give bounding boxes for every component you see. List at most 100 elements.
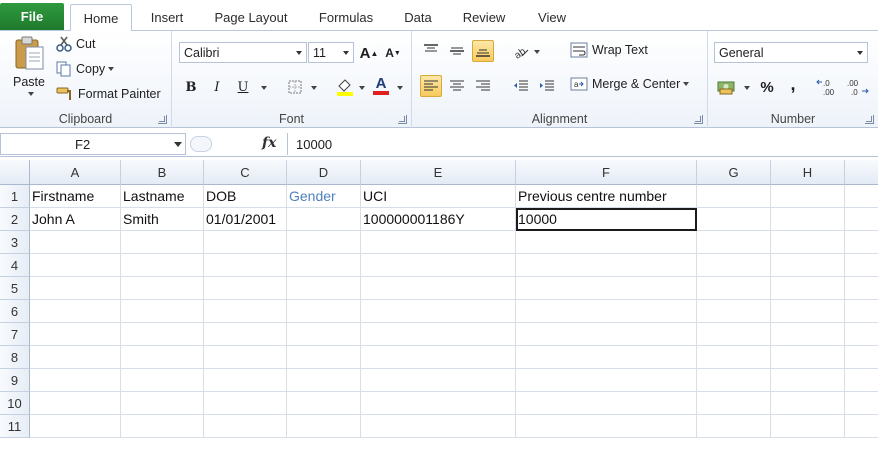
- cell-e2[interactable]: 100000001186Y: [361, 208, 516, 231]
- row-header-3[interactable]: 3: [0, 231, 30, 254]
- cell-partial[interactable]: [845, 208, 878, 231]
- cell-a3[interactable]: [30, 231, 121, 254]
- orientation-dropdown-icon[interactable]: [534, 50, 540, 54]
- bold-button[interactable]: B: [180, 76, 202, 98]
- column-header-f[interactable]: F: [516, 160, 697, 185]
- cell-f5[interactable]: [516, 277, 697, 300]
- cell-h3[interactable]: [771, 231, 845, 254]
- font-color-dropdown-icon[interactable]: [397, 86, 403, 90]
- copy-button[interactable]: Copy: [56, 61, 115, 77]
- cell-b9[interactable]: [121, 369, 204, 392]
- orientation-icon[interactable]: ab: [510, 40, 532, 62]
- cell-a10[interactable]: [30, 392, 121, 415]
- comma-style-button[interactable]: ,: [782, 73, 804, 95]
- decrease-indent-icon[interactable]: [510, 75, 532, 97]
- name-box[interactable]: F2: [0, 133, 186, 155]
- cell-f9[interactable]: [516, 369, 697, 392]
- cell-c6[interactable]: [204, 300, 287, 323]
- currency-icon[interactable]: [716, 76, 738, 98]
- cell-d5[interactable]: [287, 277, 361, 300]
- cell-a2[interactable]: John A: [30, 208, 121, 231]
- cell-partial[interactable]: [845, 254, 878, 277]
- paste-button[interactable]: Paste: [8, 35, 50, 107]
- cell-h2[interactable]: [771, 208, 845, 231]
- cell-a1[interactable]: Firstname: [30, 185, 121, 208]
- shrink-font-icon[interactable]: A ▼: [382, 42, 404, 64]
- cell-c5[interactable]: [204, 277, 287, 300]
- cell-g7[interactable]: [697, 323, 771, 346]
- cell-h4[interactable]: [771, 254, 845, 277]
- cell-b6[interactable]: [121, 300, 204, 323]
- cell-b11[interactable]: [121, 415, 204, 438]
- cell-c9[interactable]: [204, 369, 287, 392]
- cell-c8[interactable]: [204, 346, 287, 369]
- cell-d11[interactable]: [287, 415, 361, 438]
- select-all-corner[interactable]: [0, 160, 30, 185]
- cell-d8[interactable]: [287, 346, 361, 369]
- cell-d10[interactable]: [287, 392, 361, 415]
- cell-b4[interactable]: [121, 254, 204, 277]
- cell-h6[interactable]: [771, 300, 845, 323]
- tab-formulas[interactable]: Formulas: [308, 4, 384, 31]
- align-center-icon[interactable]: [446, 75, 468, 97]
- font-launcher-icon[interactable]: [398, 115, 407, 124]
- cell-d4[interactable]: [287, 254, 361, 277]
- tab-review[interactable]: Review: [454, 4, 514, 31]
- cell-f11[interactable]: [516, 415, 697, 438]
- tab-data[interactable]: Data: [396, 4, 440, 31]
- column-header-b[interactable]: B: [121, 160, 204, 185]
- cell-b10[interactable]: [121, 392, 204, 415]
- cell-h1[interactable]: [771, 185, 845, 208]
- cell-e1[interactable]: UCI: [361, 185, 516, 208]
- underline-button[interactable]: U: [232, 76, 254, 98]
- cell-g11[interactable]: [697, 415, 771, 438]
- align-top-icon[interactable]: [420, 40, 442, 62]
- cell-g9[interactable]: [697, 369, 771, 392]
- wrap-text-button[interactable]: Wrap Text: [570, 42, 648, 58]
- column-header-h[interactable]: H: [771, 160, 845, 185]
- cell-a7[interactable]: [30, 323, 121, 346]
- cell-g10[interactable]: [697, 392, 771, 415]
- merge-center-button[interactable]: a Merge & Center: [570, 76, 690, 92]
- cell-a5[interactable]: [30, 277, 121, 300]
- row-header-4[interactable]: 4: [0, 254, 30, 277]
- paste-dropdown-icon[interactable]: [27, 92, 34, 96]
- increase-decimal-icon[interactable]: .0.00: [816, 76, 842, 98]
- cell-h8[interactable]: [771, 346, 845, 369]
- cell-h9[interactable]: [771, 369, 845, 392]
- cell-partial[interactable]: [845, 277, 878, 300]
- row-header-2[interactable]: 2: [0, 208, 30, 231]
- cell-a11[interactable]: [30, 415, 121, 438]
- cell-h10[interactable]: [771, 392, 845, 415]
- cell-e6[interactable]: [361, 300, 516, 323]
- fill-color-dropdown-icon[interactable]: [359, 86, 365, 90]
- cell-e9[interactable]: [361, 369, 516, 392]
- tab-view[interactable]: View: [528, 4, 576, 31]
- cell-e4[interactable]: [361, 254, 516, 277]
- cell-partial[interactable]: [845, 323, 878, 346]
- column-header-c[interactable]: C: [204, 160, 287, 185]
- tab-home[interactable]: Home: [70, 4, 132, 32]
- column-header-partial[interactable]: [845, 160, 878, 185]
- cell-g2[interactable]: [697, 208, 771, 231]
- cell-f2[interactable]: 10000: [516, 208, 697, 231]
- cell-d2[interactable]: [287, 208, 361, 231]
- cell-b2[interactable]: Smith: [121, 208, 204, 231]
- cell-b3[interactable]: [121, 231, 204, 254]
- cell-g6[interactable]: [697, 300, 771, 323]
- cell-c2[interactable]: 01/01/2001: [204, 208, 287, 231]
- borders-icon[interactable]: [284, 76, 306, 98]
- cell-a6[interactable]: [30, 300, 121, 323]
- cell-c3[interactable]: [204, 231, 287, 254]
- cell-f10[interactable]: [516, 392, 697, 415]
- currency-dropdown-icon[interactable]: [744, 86, 750, 90]
- borders-dropdown-icon[interactable]: [311, 86, 317, 90]
- cell-partial[interactable]: [845, 369, 878, 392]
- row-header-7[interactable]: 7: [0, 323, 30, 346]
- align-middle-icon[interactable]: [446, 40, 468, 62]
- font-family-select[interactable]: Calibri: [179, 42, 307, 63]
- cell-g8[interactable]: [697, 346, 771, 369]
- cell-partial[interactable]: [845, 231, 878, 254]
- column-header-g[interactable]: G: [697, 160, 771, 185]
- chevron-down-icon[interactable]: [339, 43, 353, 62]
